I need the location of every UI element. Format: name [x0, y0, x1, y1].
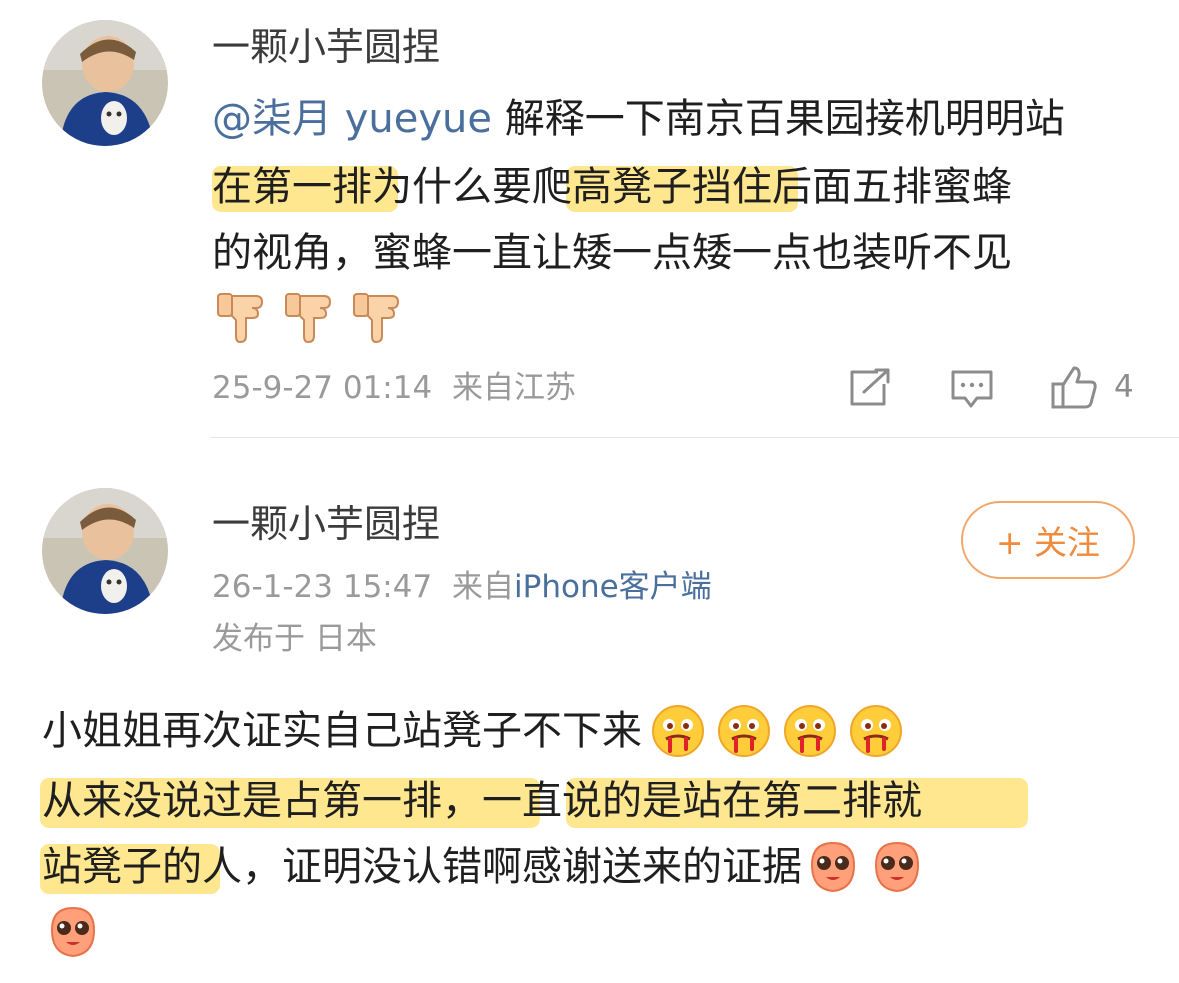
post-line: 站凳子的人，证明没认错啊感谢送来的证据 [42, 836, 924, 898]
thumbs-down-emoji [353, 293, 400, 344]
username[interactable]: 一颗小芋圆捏 [212, 505, 440, 543]
published-location: 发布于 日本 [212, 621, 377, 657]
comment-meta: 25-9-27 01:14 来自江苏 [212, 373, 576, 404]
timestamp: 26-1-23 15:47 [212, 569, 433, 605]
comment-line: 的视角，蜜蜂一直让矮一点矮一点也装听不见 [212, 230, 1012, 276]
drooling-emoji [718, 705, 770, 757]
location: 来自江苏 [452, 370, 577, 406]
emoji-row [216, 292, 402, 344]
like-count: 4 [1114, 368, 1134, 405]
comment-icon[interactable] [949, 368, 995, 414]
drooling-emoji [850, 705, 902, 757]
comment-line: @柒月 yueyue 解释一下南京百果园接机明明站 [212, 96, 1065, 142]
thumbs-down-emoji [285, 293, 332, 344]
drooling-emoji [652, 705, 704, 757]
post-line: 小姐姐再次证实自己站凳子不下来 [42, 700, 904, 762]
thumbs-down-emoji [217, 293, 264, 344]
source-device-link[interactable]: iPhone客户端 [514, 569, 712, 605]
post-meta: 26-1-23 15:47 来自iPhone客户端 [212, 572, 712, 603]
thumbs-up-icon [1051, 366, 1097, 409]
emoji-row [806, 839, 924, 895]
avatar[interactable] [42, 488, 168, 614]
share-icon[interactable] [848, 368, 892, 412]
sparkle-eyes-emoji [810, 841, 856, 893]
post-line: 从来没说过是占第一排，一直说的是站在第二排就 [42, 778, 922, 824]
drooling-emoji [784, 705, 836, 757]
username[interactable]: 一颗小芋圆捏 [212, 28, 440, 66]
divider [210, 437, 1179, 438]
emoji-row [650, 703, 904, 759]
source-prefix: 来自 [452, 569, 515, 605]
comment-line: 在第一排为什么要爬高凳子挡住后面五排蜜蜂 [212, 164, 1012, 210]
sparkle-eyes-emoji [874, 841, 920, 893]
timestamp: 25-9-27 01:14 [212, 370, 433, 406]
avatar[interactable] [42, 20, 168, 146]
mention-link[interactable]: @柒月 yueyue [212, 96, 492, 142]
sparkle-eyes-emoji [46, 904, 100, 964]
follow-button[interactable]: + 关注 [961, 501, 1135, 579]
like-button[interactable]: 4 [1050, 364, 1134, 410]
